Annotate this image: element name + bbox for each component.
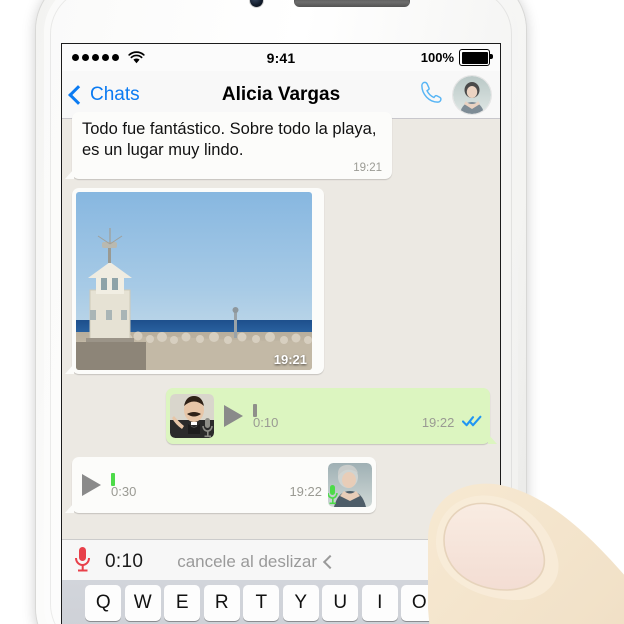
voice-duration: 0:10 [253,414,279,430]
lighthouse-on-pier-photo[interactable]: 19:21 [76,192,312,370]
voice-time: 19:22 [421,414,455,430]
play-icon[interactable] [224,405,243,427]
phone-call-icon[interactable] [418,79,445,111]
progress-knob[interactable] [253,403,257,417]
message-bubble-text[interactable]: Todo fue fantástico. Sobre todo la playa… [65,112,392,179]
bubble-tail [65,169,74,179]
slide-to-cancel-hint: cancele al deslizar [177,552,338,572]
bubble-tail [488,434,497,444]
bubble-tail [65,364,74,374]
message-time: 19:21 [353,162,382,174]
bubble-tail [65,503,74,513]
voice-meta-row: 0:30 19:22 [111,484,322,499]
battery-full-icon [459,49,493,66]
play-icon[interactable] [82,474,101,496]
woman-avatar[interactable] [328,463,372,507]
key-w[interactable]: W [124,585,161,621]
voice-duration: 0:30 [111,483,137,499]
microphone-icon-green [328,484,339,505]
key-u[interactable]: U [322,585,359,621]
contact-avatar[interactable] [453,75,491,114]
message-bubble-voice-incoming[interactable]: 0:30 19:22 [65,457,376,513]
progress-knob[interactable] [111,472,115,486]
key-r[interactable]: R [203,585,240,621]
screenshot-root: 9:41 100% Chats Alicia Vargas Todo fue f… [0,0,624,624]
status-bar-right: 100% [420,49,493,66]
voice-progress-track[interactable]: 0:10 19:22 [253,403,482,430]
recording-elapsed-time: 0:10 [105,551,144,572]
microphone-icon-red[interactable] [74,546,91,578]
status-bar: 9:41 100% [62,44,500,71]
chevron-left-small-icon [322,554,338,570]
key-y[interactable]: Y [282,585,319,621]
voice-meta-row: 0:10 19:22 [253,415,482,430]
voice-progress-track[interactable]: 0:30 19:22 [111,472,322,499]
voice-time-and-status: 19:22 [422,415,482,430]
man-with-mustache-avatar[interactable] [170,394,214,438]
key-t[interactable]: T [243,585,280,621]
key-q[interactable]: Q [85,585,122,621]
message-bubble-voice-outgoing[interactable]: 0:10 19:22 [166,388,497,444]
battery-percent-label: 100% [420,50,454,65]
earpiece-speaker [294,0,410,7]
double-check-blue-icon [462,415,482,427]
nav-right-actions [418,75,491,114]
message-bubble-image[interactable]: 19:21 [65,188,324,374]
voice-time: 19:22 [289,483,322,499]
pointing-finger-illustration [392,468,624,624]
microphone-icon [201,417,214,438]
message-text: Todo fue fantástico. Sobre todo la playa… [82,120,377,159]
key-e[interactable]: E [164,585,201,621]
image-time: 19:21 [273,352,307,367]
slide-to-cancel-label: cancele al deslizar [177,552,318,571]
